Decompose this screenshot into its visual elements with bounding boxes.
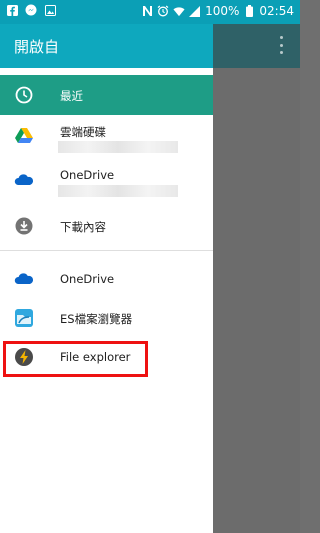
clock-icon — [14, 85, 34, 105]
account-subtitle-redacted — [58, 141, 178, 153]
battery-percent: 100% — [205, 4, 240, 18]
drawer-item-es-file-explorer[interactable]: ES檔案瀏覽器 — [0, 298, 213, 338]
alarm-icon — [157, 5, 169, 17]
highlight-box — [3, 341, 148, 377]
image-icon — [44, 4, 56, 16]
google-drive-icon — [14, 126, 34, 146]
es-file-explorer-icon — [14, 308, 34, 328]
wifi-icon — [173, 5, 185, 17]
clock-time: 02:54 — [259, 4, 294, 18]
navigation-drawer: 開啟自 最近 雲端硬碟 OneDrive 下載內容 OneDrive ES檔案瀏… — [0, 24, 213, 533]
drawer-item-label: OneDrive — [60, 168, 115, 182]
drawer-item-onedrive-account[interactable]: OneDrive — [0, 162, 213, 202]
drawer-item-label: 雲端硬碟 — [60, 125, 106, 139]
drawer-item-downloads[interactable]: 下載內容 — [0, 206, 213, 246]
drawer-item-label: OneDrive — [60, 272, 115, 286]
messenger-icon — [25, 4, 37, 16]
background-scrim[interactable] — [213, 24, 300, 533]
more-options-icon[interactable] — [280, 36, 284, 54]
drawer-item-label: 下載內容 — [60, 220, 106, 234]
drawer-item-label: 最近 — [60, 89, 83, 103]
drawer-header: 開啟自 — [0, 24, 213, 68]
onedrive-icon — [14, 269, 34, 289]
account-subtitle-redacted — [58, 185, 178, 197]
drawer-title: 開啟自 — [14, 38, 60, 56]
signal-icon — [189, 5, 201, 17]
download-icon — [14, 216, 34, 236]
facebook-icon — [6, 4, 18, 16]
status-bar: 100% 02:54 — [0, 0, 300, 24]
battery-icon — [243, 5, 255, 17]
onedrive-icon — [14, 170, 34, 190]
background-toolbar — [213, 24, 300, 68]
drawer-item-label: ES檔案瀏覽器 — [60, 312, 133, 326]
drawer-item-recent[interactable]: 最近 — [0, 75, 213, 115]
drawer-item-onedrive-app[interactable]: OneDrive — [0, 259, 213, 299]
drawer-item-google-drive[interactable]: 雲端硬碟 — [0, 118, 213, 158]
section-divider — [0, 250, 213, 251]
nfc-icon — [141, 5, 153, 17]
